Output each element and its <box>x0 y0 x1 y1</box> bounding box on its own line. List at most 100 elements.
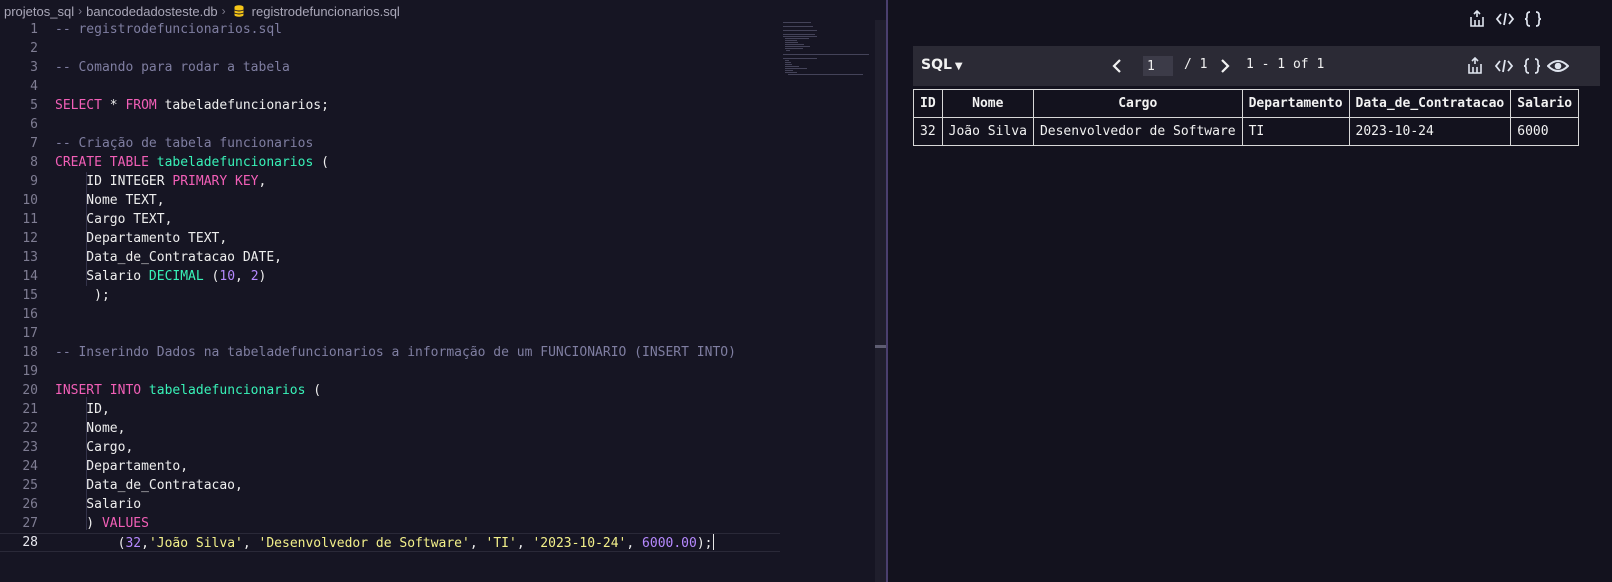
code-text[interactable]: ); <box>55 286 110 305</box>
code-line[interactable]: 2 <box>0 39 780 58</box>
code-text[interactable]: ID, <box>55 400 110 419</box>
code-text[interactable]: Departamento TEXT, <box>55 229 227 248</box>
code-line[interactable]: 28 (32,'João Silva', 'Desenvolvedor de S… <box>0 533 780 552</box>
code-text[interactable]: (32,'João Silva', 'Desenvolvedor de Soft… <box>55 534 714 551</box>
code-line[interactable]: 17 <box>0 324 780 343</box>
code-token: DECIMAL <box>148 269 204 284</box>
code-token: , <box>141 536 149 551</box>
results-table: ID Nome Cargo Departamento Data_de_Contratac… <box>913 89 1580 146</box>
breadcrumb-folder[interactable]: projetos_sql <box>4 4 74 19</box>
chevron-right-icon: › <box>78 4 83 18</box>
code-text[interactable]: Nome TEXT, <box>55 191 164 210</box>
code-token: -- Comando para rodar a tabela <box>55 60 290 75</box>
breadcrumb-database[interactable]: bancodedadosteste.db <box>86 4 218 19</box>
code-text[interactable]: Nome, <box>55 419 125 438</box>
eye-icon[interactable] <box>1547 55 1569 77</box>
code-line[interactable]: 8 CREATE TABLE tabeladefuncionarios ( <box>0 153 780 172</box>
code-token: Data_de_Contratacao, <box>55 478 243 493</box>
caret-down-icon: ▼ <box>954 61 963 72</box>
language-dropdown[interactable]: SQL ▼ <box>921 57 963 73</box>
code-line[interactable]: 9 ID INTEGER PRIMARY KEY, <box>0 172 780 191</box>
code-token: , <box>235 269 251 284</box>
export-icon[interactable] <box>1466 8 1488 30</box>
code-lines[interactable]: 1 -- registrodefuncionarios.sql 2 3 -- Coman… <box>0 20 780 552</box>
code-token: , <box>242 536 259 551</box>
table-header-row: ID Nome Cargo Departamento Data_de_Contratac… <box>913 89 1580 118</box>
code-line[interactable]: 3 -- Comando para rodar a tabela <box>0 58 780 77</box>
code-editor[interactable]: projetos_sql › bancodedadosteste.db › re… <box>0 0 887 582</box>
next-page-button[interactable] <box>1217 56 1233 76</box>
code-line[interactable]: 13 Data_de_Contratacao DATE, <box>0 248 780 267</box>
code-line[interactable]: 18 -- Inserindo Dados na tabeladefunciona… <box>0 343 780 362</box>
breadcrumb-file[interactable]: registrodefuncionarios.sql <box>252 4 400 19</box>
code-token: ); <box>696 536 713 551</box>
code-text[interactable]: -- Inserindo Dados na tabeladefuncionari… <box>55 343 736 362</box>
chevron-left-icon <box>1112 59 1121 73</box>
table-cell[interactable]: Desenvolvedor de Software <box>1032 117 1243 146</box>
column-header[interactable]: Departamento <box>1241 89 1350 118</box>
json-braces-icon[interactable] <box>1522 8 1544 30</box>
table-cell[interactable]: João Silva <box>941 117 1034 146</box>
code-line[interactable]: 12 Departamento TEXT, <box>0 229 780 248</box>
line-number: 23 <box>22 440 38 455</box>
column-header[interactable]: Nome <box>941 89 1034 118</box>
code-line[interactable]: 11 Cargo TEXT, <box>0 210 780 229</box>
code-token: ) <box>55 516 102 531</box>
code-line[interactable]: 5 SELECT * FROM tabeladefuncionarios; <box>0 96 780 115</box>
code-text[interactable]: -- Criação de tabela funcionarios <box>55 134 313 153</box>
code-line[interactable]: 19 <box>0 362 780 381</box>
code-line[interactable]: 15 ); <box>0 286 780 305</box>
code-text[interactable]: Cargo TEXT, <box>55 210 172 229</box>
code-text[interactable]: -- Comando para rodar a tabela <box>55 58 290 77</box>
code-line[interactable]: 22 Nome, <box>0 419 780 438</box>
code-icon[interactable] <box>1494 8 1516 30</box>
code-line[interactable]: 27 ) VALUES <box>0 514 780 533</box>
code-text[interactable]: ) VALUES <box>55 514 149 533</box>
column-header[interactable]: ID <box>913 89 943 118</box>
column-header[interactable]: Cargo <box>1032 89 1243 118</box>
code-line[interactable]: 4 <box>0 77 780 96</box>
table-cell[interactable]: 6000 <box>1510 117 1580 146</box>
code-token: tabeladefuncionarios; <box>156 98 329 113</box>
code-text[interactable]: SELECT * FROM tabeladefuncionarios; <box>55 96 329 115</box>
breadcrumb: projetos_sql › bancodedadosteste.db › re… <box>0 0 884 22</box>
code-line[interactable]: 7 -- Criação de tabela funcionarios <box>0 134 780 153</box>
code-line[interactable]: 25 Data_de_Contratacao, <box>0 476 780 495</box>
code-line[interactable]: 23 Cargo, <box>0 438 780 457</box>
code-line[interactable]: 26 Salario <box>0 495 780 514</box>
code-line[interactable]: 1 -- registrodefuncionarios.sql <box>0 20 780 39</box>
code-line[interactable]: 10 Nome TEXT, <box>0 191 780 210</box>
table-cell[interactable]: 2023-10-24 <box>1348 117 1512 146</box>
code-line[interactable]: 16 <box>0 305 780 324</box>
code-line[interactable]: 24 Departamento, <box>0 457 780 476</box>
code-text[interactable]: Salario <box>55 495 141 514</box>
code-token: , <box>258 174 267 189</box>
code-text[interactable]: Data_de_Contratacao DATE, <box>55 248 282 267</box>
column-header[interactable]: Data_de_Contratacao <box>1348 89 1512 118</box>
minimap[interactable] <box>783 20 873 80</box>
table-row[interactable]: 32 João Silva Desenvolvedor de Software TI 2… <box>913 117 1580 146</box>
line-number: 2 <box>30 41 38 56</box>
code-icon[interactable] <box>1493 55 1515 77</box>
column-header[interactable]: Salario <box>1510 89 1580 118</box>
json-braces-icon[interactable] <box>1521 55 1543 77</box>
table-cell[interactable]: 32 <box>913 117 943 146</box>
table-cell[interactable]: TI <box>1241 117 1350 146</box>
code-token: , <box>626 536 643 551</box>
code-line[interactable]: 14 Salario DECIMAL (10, 2) <box>0 267 780 286</box>
line-number: 4 <box>30 79 38 94</box>
code-line[interactable]: 6 <box>0 115 780 134</box>
prev-page-button[interactable] <box>1109 56 1125 76</box>
code-line[interactable]: 21 ID, <box>0 400 780 419</box>
code-text[interactable]: INSERT INTO tabeladefuncionarios ( <box>55 381 321 400</box>
code-text[interactable]: -- registrodefuncionarios.sql <box>55 20 282 39</box>
code-text[interactable]: CREATE TABLE tabeladefuncionarios ( <box>55 153 329 172</box>
code-line[interactable]: 20 INSERT INTO tabeladefuncionarios ( <box>0 381 780 400</box>
page-number-input[interactable] <box>1143 56 1173 76</box>
code-text[interactable]: Data_de_Contratacao, <box>55 476 243 495</box>
export-icon[interactable] <box>1464 55 1486 77</box>
code-token: -- Criação de tabela funcionarios <box>55 136 314 151</box>
row-range: 1 - 1 of 1 <box>1246 57 1325 72</box>
code-text[interactable]: Departamento, <box>55 457 188 476</box>
code-text[interactable]: Cargo, <box>55 438 133 457</box>
